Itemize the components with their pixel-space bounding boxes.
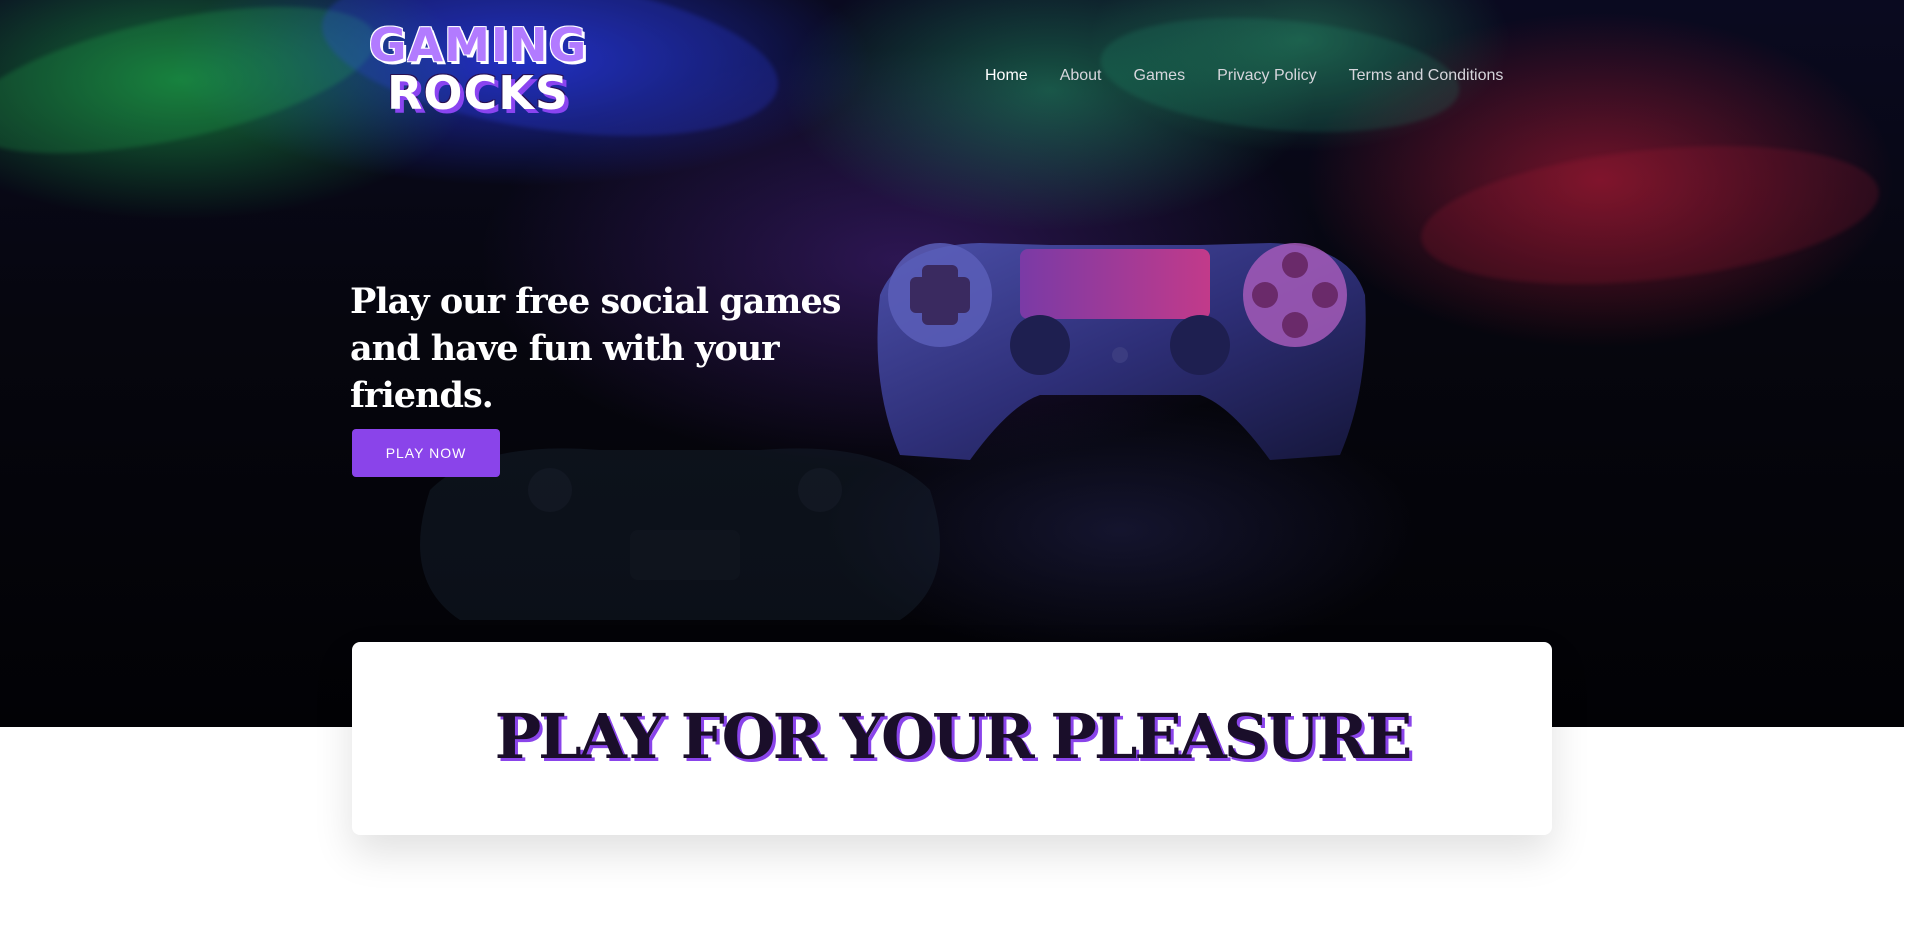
hero-banner: GAMING ROCKS Home About Games Privacy Po… bbox=[0, 0, 1904, 727]
nav-item-terms-and-conditions[interactable]: Terms and Conditions bbox=[1349, 66, 1504, 90]
section-title: PLAY FOR YOUR PLEASURE bbox=[494, 700, 1413, 773]
main-navigation: Home About Games Privacy Policy Terms an… bbox=[985, 66, 1503, 90]
nav-item-home[interactable]: Home bbox=[985, 66, 1028, 90]
logo-text-line1: GAMING bbox=[368, 18, 588, 72]
nav-item-about[interactable]: About bbox=[1060, 66, 1102, 90]
hero-heading: Play our free social games and have fun … bbox=[350, 281, 841, 416]
logo-text-line2: ROCKS bbox=[386, 66, 570, 120]
page: GAMING ROCKS Home About Games Privacy Po… bbox=[0, 0, 1906, 934]
nav-item-privacy-policy[interactable]: Privacy Policy bbox=[1217, 66, 1317, 90]
section-title-card: PLAY FOR YOUR PLEASURE bbox=[352, 642, 1552, 835]
play-now-button[interactable]: PLAY NOW bbox=[352, 429, 500, 477]
gamepad-image bbox=[877, 243, 1366, 460]
nav-item-games[interactable]: Games bbox=[1134, 66, 1186, 90]
site-logo[interactable]: GAMING ROCKS bbox=[353, 18, 603, 124]
light-streak bbox=[1414, 126, 1886, 304]
